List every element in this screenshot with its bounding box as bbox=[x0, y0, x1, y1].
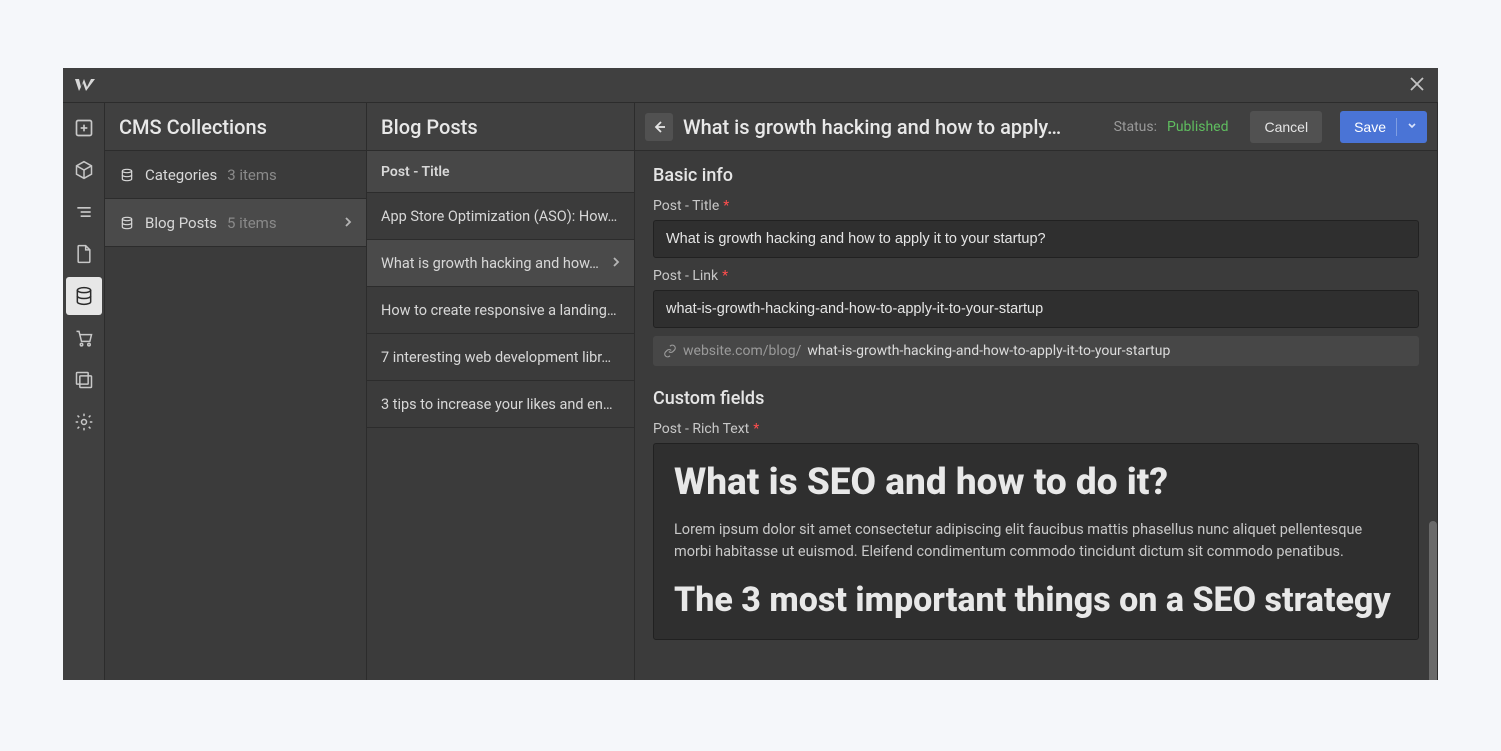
collection-categories[interactable]: Categories 3 items bbox=[105, 151, 366, 199]
editor-header: What is growth hacking and how to apply…… bbox=[635, 103, 1437, 151]
navigator-icon[interactable] bbox=[66, 193, 102, 231]
collections-panel: CMS Collections Categories 3 items Blog … bbox=[105, 103, 367, 680]
scrollbar-thumb[interactable] bbox=[1429, 521, 1437, 680]
cart-icon[interactable] bbox=[66, 319, 102, 357]
stack-icon bbox=[119, 215, 135, 231]
item-row[interactable]: How to create responsive a landing… bbox=[367, 287, 634, 334]
chevron-down-icon bbox=[1407, 121, 1417, 133]
editor-title: What is growth hacking and how to apply… bbox=[683, 115, 1061, 139]
section-custom-fields: Custom fields bbox=[653, 388, 1419, 409]
rich-h2: The 3 most important things on a SEO str… bbox=[674, 581, 1398, 620]
collection-name: Blog Posts bbox=[145, 214, 217, 232]
post-title-input[interactable] bbox=[653, 220, 1419, 258]
item-row[interactable]: 3 tips to increase your likes and en… bbox=[367, 381, 634, 428]
items-panel-title: Blog Posts bbox=[367, 103, 634, 151]
rich-p: Lorem ipsum dolor sit amet consectetur a… bbox=[674, 519, 1398, 564]
settings-icon[interactable] bbox=[66, 403, 102, 441]
link-icon bbox=[663, 344, 677, 358]
status-label: Status: bbox=[1114, 119, 1157, 135]
rich-h1: What is SEO and how to do it? bbox=[674, 462, 1398, 505]
assets-icon[interactable] bbox=[66, 361, 102, 399]
database-icon[interactable] bbox=[66, 277, 102, 315]
page-icon[interactable] bbox=[66, 235, 102, 273]
items-column-header: Post - Title bbox=[367, 151, 634, 193]
collection-count: 3 items bbox=[227, 166, 277, 184]
titlebar bbox=[63, 68, 1438, 103]
add-icon[interactable] bbox=[66, 109, 102, 147]
section-basic-info: Basic info bbox=[653, 165, 1419, 186]
collections-title: CMS Collections bbox=[105, 103, 366, 151]
url-slug: what-is-growth-hacking-and-how-to-apply-… bbox=[807, 343, 1170, 359]
items-panel: Blog Posts Post - Title App Store Optimi… bbox=[367, 103, 635, 680]
item-row[interactable]: 7 interesting web development libr… bbox=[367, 334, 634, 381]
rich-text-editor[interactable]: What is SEO and how to do it? Lorem ipsu… bbox=[653, 443, 1419, 640]
url-preview: website.com/blog/what-is-growth-hacking-… bbox=[653, 336, 1419, 366]
cancel-button[interactable]: Cancel bbox=[1250, 111, 1322, 143]
field-label-link: Post - Link* bbox=[653, 268, 1419, 284]
item-title: 7 interesting web development libr… bbox=[381, 349, 611, 366]
collection-blog-posts[interactable]: Blog Posts 5 items bbox=[105, 199, 366, 247]
item-title: App Store Optimization (ASO): How… bbox=[381, 208, 617, 225]
collection-name: Categories bbox=[145, 166, 217, 184]
item-row[interactable]: App Store Optimization (ASO): How… bbox=[367, 193, 634, 240]
box-icon[interactable] bbox=[66, 151, 102, 189]
webflow-logo-icon bbox=[73, 73, 97, 97]
field-label-title: Post - Title* bbox=[653, 198, 1419, 214]
field-label-richtext: Post - Rich Text* bbox=[653, 421, 1419, 437]
save-button[interactable]: Save bbox=[1340, 111, 1427, 143]
url-prefix: website.com/blog/ bbox=[683, 343, 801, 359]
item-title: How to create responsive a landing… bbox=[381, 302, 617, 319]
save-label: Save bbox=[1354, 119, 1386, 135]
status-value: Published bbox=[1167, 119, 1228, 135]
stack-icon bbox=[119, 167, 135, 183]
post-link-input[interactable] bbox=[653, 290, 1419, 328]
back-button[interactable] bbox=[645, 113, 673, 141]
main-area: CMS Collections Categories 3 items Blog … bbox=[63, 103, 1438, 680]
item-title: 3 tips to increase your likes and en… bbox=[381, 396, 613, 413]
item-row[interactable]: What is growth hacking and how… bbox=[367, 240, 634, 287]
editor-body: Basic info Post - Title* Post - Link* we… bbox=[635, 151, 1437, 680]
chevron-right-icon bbox=[612, 255, 620, 272]
collection-count: 5 items bbox=[227, 214, 277, 232]
item-title: What is growth hacking and how… bbox=[381, 255, 599, 272]
left-rail bbox=[63, 103, 105, 680]
editor-panel: What is growth hacking and how to apply…… bbox=[635, 103, 1438, 680]
close-icon[interactable] bbox=[1406, 71, 1428, 100]
app-window: CMS Collections Categories 3 items Blog … bbox=[63, 68, 1438, 680]
chevron-right-icon bbox=[344, 214, 352, 232]
